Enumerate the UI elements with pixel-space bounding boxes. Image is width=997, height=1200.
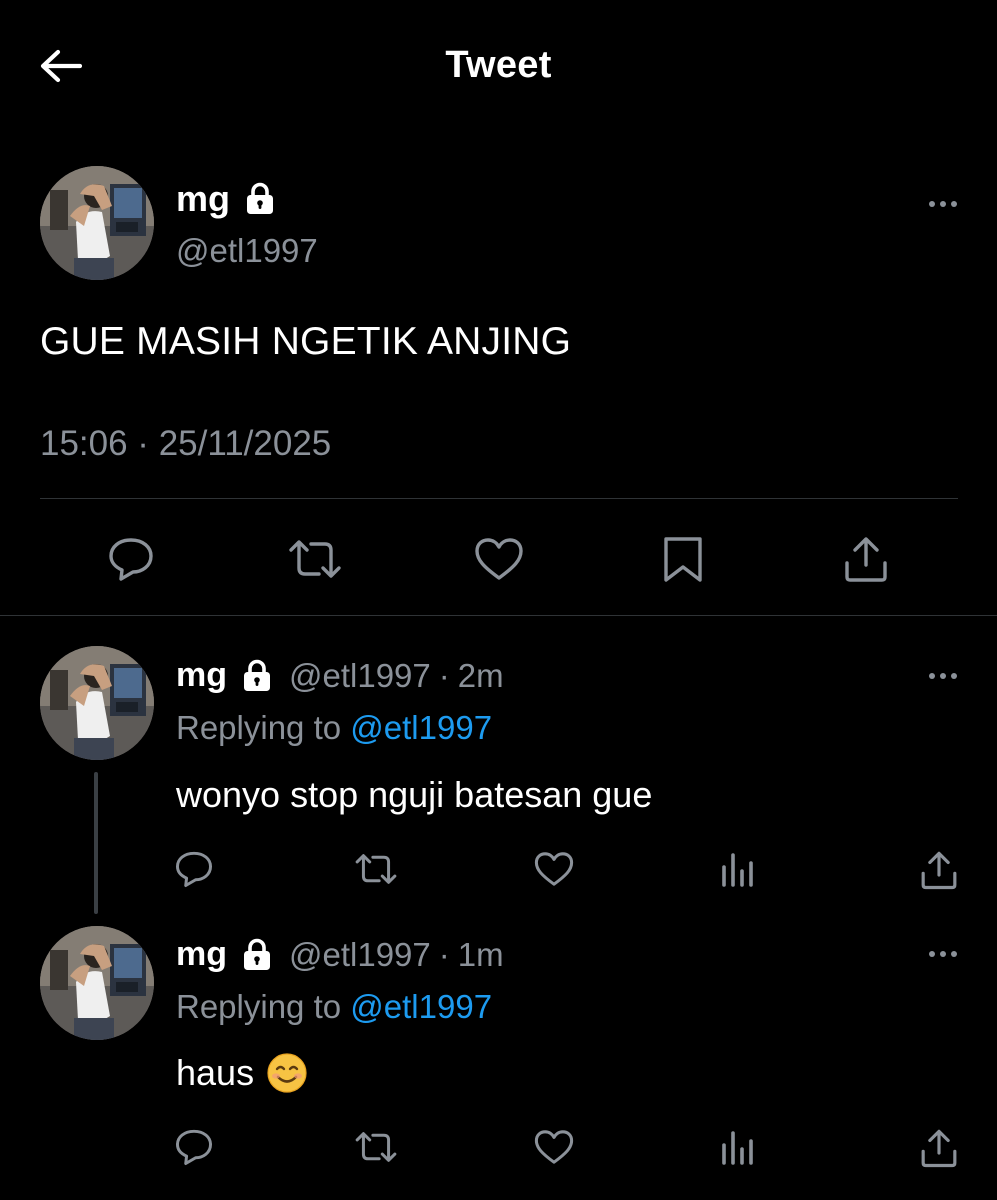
retweet-icon — [289, 540, 341, 578]
thread-connector — [94, 772, 98, 914]
share-icon — [845, 537, 887, 582]
replying-prefix: Replying to — [176, 988, 342, 1025]
replying-to: Replying to @etl1997 — [176, 709, 492, 747]
more-dot-icon — [940, 201, 946, 207]
separator: · — [438, 935, 450, 973]
share-button[interactable] — [916, 1126, 962, 1170]
mention-link[interactable]: @etl1997 — [350, 988, 492, 1025]
smiling-face-emoji — [266, 1052, 308, 1094]
tweet-text: GUE MASIH NGETIK ANJING — [40, 320, 572, 363]
analytics-icon — [722, 1131, 753, 1165]
retweet-button[interactable] — [353, 1126, 399, 1168]
more-dot-icon — [940, 951, 946, 957]
reply-icon — [175, 1129, 213, 1166]
reply-icon — [175, 851, 213, 888]
more-dot-icon — [929, 201, 935, 207]
share-icon — [921, 1129, 957, 1168]
display-name: mg — [176, 178, 230, 219]
more-options-button[interactable] — [921, 192, 965, 216]
divider — [40, 498, 958, 499]
reply-text: haus — [176, 1052, 308, 1094]
display-name[interactable]: mg — [176, 656, 227, 695]
bookmark-icon — [664, 537, 702, 582]
display-name[interactable]: mg — [176, 935, 227, 974]
avatar[interactable] — [40, 646, 154, 760]
replying-prefix: Replying to — [176, 709, 342, 746]
like-icon — [534, 852, 574, 886]
share-icon — [921, 851, 957, 890]
more-dot-icon — [951, 673, 957, 679]
lock-icon — [241, 659, 273, 693]
more-options-button[interactable] — [921, 942, 965, 966]
more-dot-icon — [951, 201, 957, 207]
share-button[interactable] — [916, 848, 962, 892]
top-bar: Tweet — [0, 0, 997, 132]
reply-text-body: haus — [176, 1052, 255, 1093]
share-button[interactable] — [838, 532, 894, 586]
retweet-button[interactable] — [286, 532, 344, 586]
reply-text: wonyo stop nguji batesan gue — [176, 774, 652, 816]
author-handle[interactable]: @etl1997 — [289, 936, 431, 974]
retweet-icon — [355, 1132, 397, 1162]
like-button[interactable] — [532, 1126, 576, 1168]
divider — [0, 615, 997, 616]
more-dot-icon — [929, 951, 935, 957]
retweet-button[interactable] — [353, 848, 399, 890]
like-button[interactable] — [532, 848, 576, 890]
author-name[interactable]: mg — [176, 178, 276, 220]
avatar[interactable] — [40, 926, 154, 1040]
reply-button[interactable] — [172, 848, 216, 890]
reply-time[interactable]: 1m — [458, 936, 504, 974]
avatar[interactable] — [40, 166, 154, 280]
lock-icon — [244, 182, 276, 216]
more-dot-icon — [951, 951, 957, 957]
author-handle[interactable]: @etl1997 — [289, 657, 431, 695]
retweet-icon — [355, 854, 397, 884]
replying-to: Replying to @etl1997 — [176, 988, 492, 1026]
reply-text-body: wonyo stop nguji batesan gue — [176, 774, 653, 815]
like-icon — [475, 538, 523, 580]
bookmark-button[interactable] — [656, 532, 710, 586]
reply-icon — [109, 538, 153, 581]
more-dot-icon — [929, 673, 935, 679]
tweet-timestamp[interactable]: 15:06 · 25/11/2025 — [40, 424, 331, 464]
page-title: Tweet — [445, 44, 552, 86]
like-button[interactable] — [472, 532, 526, 586]
mention-link[interactable]: @etl1997 — [350, 709, 492, 746]
analytics-icon — [722, 853, 753, 887]
reply-time[interactable]: 2m — [458, 657, 504, 695]
reply-header: mg @etl1997 · 1m — [176, 935, 504, 974]
views-button[interactable] — [716, 848, 758, 890]
reply-header: mg @etl1997 · 2m — [176, 656, 504, 695]
more-options-button[interactable] — [921, 664, 965, 688]
lock-icon — [241, 938, 273, 972]
separator: · — [438, 656, 450, 694]
reply-button[interactable] — [104, 532, 158, 586]
author-handle[interactable]: @etl1997 — [176, 232, 318, 270]
views-button[interactable] — [716, 1126, 758, 1168]
reply-button[interactable] — [172, 1126, 216, 1168]
more-dot-icon — [940, 673, 946, 679]
like-icon — [534, 1130, 574, 1164]
